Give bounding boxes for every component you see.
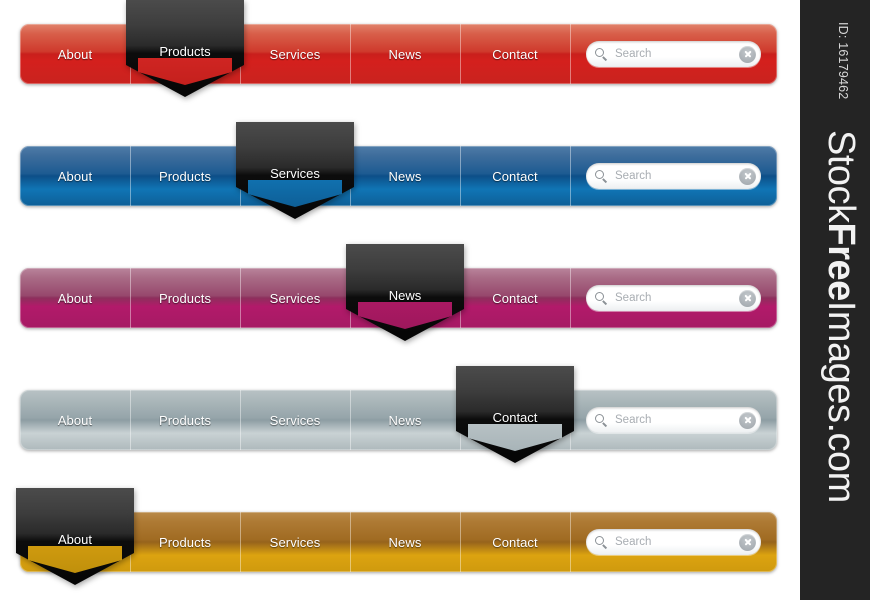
active-tab-ribbon[interactable]: Contact: [456, 366, 574, 463]
ribbon-inner-chevron: [468, 424, 562, 451]
nav-tab-services[interactable]: Services: [240, 512, 350, 572]
nav-tab-news[interactable]: News: [350, 24, 460, 84]
search-box[interactable]: Search: [586, 285, 761, 311]
navbar-red: AboutProductsServicesNewsContactSearchPr…: [20, 0, 777, 97]
watermark-brand-suffix: Images.com: [820, 300, 862, 503]
active-tab-label: Contact: [492, 410, 538, 425]
nav-tab-label: About: [57, 290, 93, 306]
nav-tab-label: Contact: [492, 46, 538, 62]
nav-tab-about[interactable]: About: [20, 24, 130, 84]
nav-tab-products[interactable]: Products: [130, 268, 240, 328]
nav-tab-label: About: [57, 46, 93, 62]
nav-tab-label: News: [388, 168, 422, 184]
nav-tab-label: Services: [269, 290, 321, 306]
nav-tab-label: Contact: [492, 168, 538, 184]
watermark-sidebar: ID: 16179462 StockFreeImages.com: [800, 0, 870, 600]
search-icon: [595, 291, 608, 305]
search-input[interactable]: Search: [615, 48, 732, 60]
nav-tab-label: About: [57, 168, 93, 184]
search-cell: Search: [570, 24, 777, 84]
nav-tab-contact[interactable]: Contact: [460, 268, 570, 328]
nav-tab-contact[interactable]: Contact: [460, 512, 570, 572]
search-icon: [595, 413, 608, 427]
search-input[interactable]: Search: [615, 170, 732, 182]
nav-tab-news[interactable]: News: [350, 390, 460, 450]
search-cell: Search: [570, 268, 777, 328]
navbar-plum: AboutProductsServicesNewsContactSearchNe…: [20, 244, 777, 341]
watermark-brand-bold: Free: [820, 222, 862, 301]
search-icon: [595, 169, 608, 183]
nav-tab-services[interactable]: Services: [240, 24, 350, 84]
clear-search-icon[interactable]: [739, 533, 756, 551]
ribbon-inner-chevron: [28, 546, 122, 573]
watermark-brand: StockFreeImages.com: [819, 130, 862, 503]
nav-tab-label: Services: [269, 46, 321, 62]
search-input[interactable]: Search: [615, 414, 732, 426]
nav-tab-label: Products: [158, 168, 212, 184]
navbar-surface: About Products Services News Contact Search: [20, 146, 777, 206]
nav-tab-products[interactable]: Products: [130, 390, 240, 450]
ribbon-inner-chevron: [138, 58, 232, 85]
nav-tab-label: Products: [158, 412, 212, 428]
search-box[interactable]: Search: [586, 163, 761, 189]
nav-tab-about[interactable]: About: [20, 268, 130, 328]
nav-tab-news[interactable]: News: [350, 512, 460, 572]
nav-tab-contact[interactable]: Contact: [460, 146, 570, 206]
search-box[interactable]: Search: [586, 529, 761, 555]
active-tab-label: Services: [270, 166, 320, 181]
nav-tab-products[interactable]: Products: [130, 146, 240, 206]
clear-search-icon[interactable]: [739, 167, 756, 185]
nav-tab-about[interactable]: About: [20, 146, 130, 206]
active-tab-label: About: [58, 532, 92, 547]
nav-tab-services[interactable]: Services: [240, 268, 350, 328]
clear-search-icon[interactable]: [739, 289, 756, 307]
clear-search-icon[interactable]: [739, 411, 756, 429]
nav-tab-label: Products: [158, 534, 212, 550]
nav-tab-label: News: [388, 534, 422, 550]
nav-tab-label: Products: [158, 290, 212, 306]
navbar-blue: About Products Services News Contact SearchSe…: [20, 122, 777, 219]
nav-tab-label: News: [388, 46, 422, 62]
active-tab-label: Products: [159, 44, 211, 59]
navbar-gold: AboutProductsServicesNewsContactSearchAb…: [16, 488, 777, 585]
active-tab-ribbon[interactable]: Products: [126, 0, 244, 97]
search-cell: Search: [570, 512, 777, 572]
clear-search-icon[interactable]: [739, 45, 756, 63]
search-icon: [595, 535, 608, 549]
watermark-brand-prefix: Stock: [820, 130, 862, 223]
search-input[interactable]: Search: [615, 292, 732, 304]
active-tab-ribbon[interactable]: Services: [236, 122, 354, 219]
search-cell: Search: [570, 390, 777, 450]
active-tab-ribbon[interactable]: About: [16, 488, 134, 585]
nav-tab-label: About: [57, 412, 93, 428]
navbar-steel: About Products Services News Contact SearchCo…: [20, 366, 777, 463]
nav-tab-label: Contact: [492, 290, 538, 306]
ribbon-inner-chevron: [248, 180, 342, 207]
nav-tab-label: News: [388, 412, 422, 428]
navbar-surface: About Products Services News Contact Search: [20, 390, 777, 450]
nav-tab-about[interactable]: About: [20, 390, 130, 450]
nav-tab-label: Services: [269, 534, 321, 550]
screenshot-canvas: About Products Services News Contact Search Pr…: [0, 0, 870, 600]
nav-tab-label: Services: [269, 412, 321, 428]
nav-tab-label: Contact: [492, 534, 538, 550]
search-box[interactable]: Search: [586, 407, 761, 433]
nav-tab-contact[interactable]: Contact: [460, 24, 570, 84]
watermark-image-id: ID: 16179462: [836, 22, 850, 100]
nav-tab-news[interactable]: News: [350, 146, 460, 206]
search-cell: Search: [570, 146, 777, 206]
active-tab-ribbon[interactable]: News: [346, 244, 464, 341]
search-icon: [595, 47, 608, 61]
search-box[interactable]: Search: [586, 41, 761, 67]
nav-tab-products[interactable]: Products: [130, 512, 240, 572]
search-input[interactable]: Search: [615, 536, 732, 548]
nav-tab-services[interactable]: Services: [240, 390, 350, 450]
active-tab-label: News: [388, 288, 422, 303]
ribbon-inner-chevron: [358, 302, 452, 329]
